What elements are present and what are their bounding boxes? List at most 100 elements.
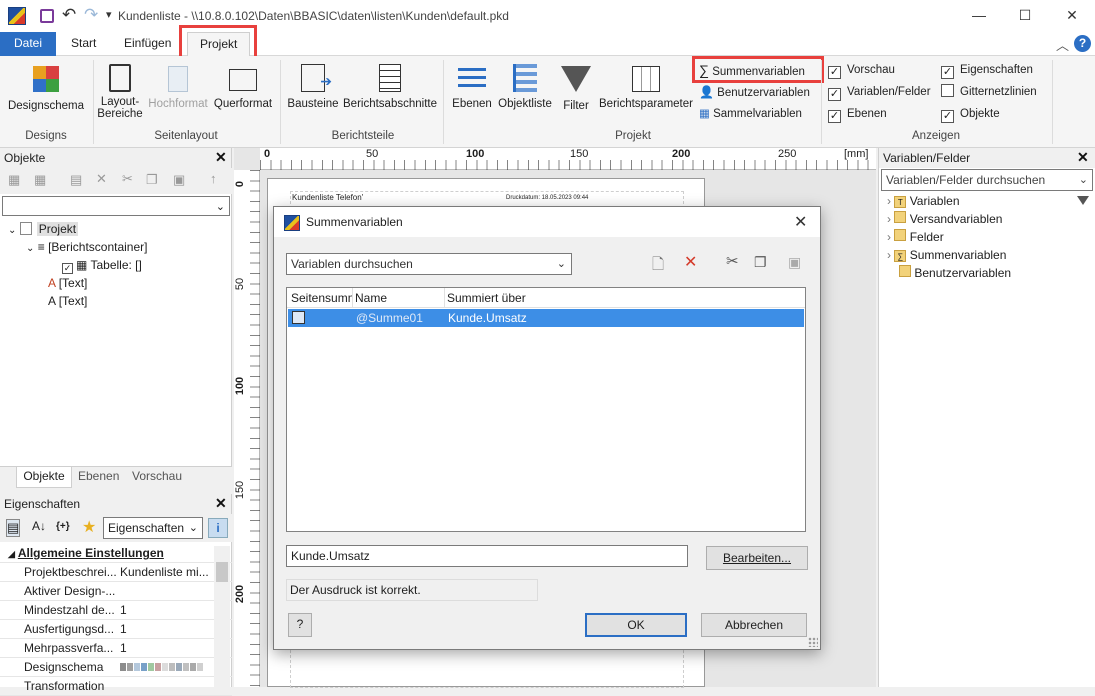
property-row[interactable]: Ausfertigungsd... 1 [0, 620, 232, 639]
close-window-button[interactable]: ✕ [1049, 0, 1095, 32]
tree-item-benutzervariablen[interactable]: Benutzervariablen [887, 264, 1077, 282]
cut-icon[interactable]: ✂ [122, 171, 133, 187]
expand-icon[interactable]: ⌄ [8, 225, 16, 236]
sammelvariablen-button[interactable]: ▦ Sammelvariablen [699, 105, 802, 123]
ebenen-button[interactable]: Ebenen [450, 60, 494, 110]
property-row[interactable]: Mehrpassverfa... 1 [0, 639, 232, 658]
delete-icon[interactable]: ✕ [96, 171, 107, 187]
new-variable-icon[interactable]: 🗋 [652, 254, 664, 279]
toggle-objekte[interactable]: ✓ Objekte [941, 105, 1000, 123]
dialog-close-button[interactable]: ✕ [794, 212, 807, 232]
hochformat-button[interactable]: Hochformat [146, 60, 210, 110]
tree-item-felder[interactable]: › Felder [887, 228, 1077, 246]
property-row[interactable]: Projektbeschrei... Kundenliste mi... [0, 563, 232, 582]
save-icon[interactable] [40, 9, 54, 23]
qat-dropdown-icon[interactable]: ▾ [106, 8, 112, 21]
close-eigenschaften-panel-button[interactable]: ✕ [215, 495, 227, 512]
checkbox-checked[interactable]: ✓ [828, 110, 841, 123]
dialog-help-button[interactable]: ? [288, 613, 312, 637]
expression-field[interactable]: Kunde.Umsatz [286, 545, 688, 567]
minimize-button[interactable]: — [956, 0, 1002, 32]
bausteine-button[interactable]: ➔ Bausteine [285, 60, 341, 110]
copy-icon[interactable]: ❐ [146, 172, 158, 188]
tab-einfuegen[interactable]: Einfügen [112, 32, 183, 56]
chevron-right-icon[interactable]: › [887, 230, 891, 244]
property-section-header[interactable]: ◢ Allgemeine Einstellungen [0, 544, 232, 563]
add-icon[interactable]: ▦ [8, 172, 20, 188]
toggle-variablen-felder[interactable]: ✓ Variablen/Felder [828, 83, 931, 101]
property-row[interactable]: Mindestzahl de... 1 [0, 601, 232, 620]
tab-objekte[interactable]: Objekte [16, 467, 72, 488]
expand-icon[interactable]: ⌄ [26, 243, 34, 254]
scrollbar-thumb[interactable] [216, 562, 228, 582]
redo-icon[interactable]: ↷ [84, 5, 98, 25]
delete-variable-icon[interactable]: ✕ [684, 252, 697, 272]
checkbox-unchecked[interactable] [941, 84, 954, 97]
variablen-search-input[interactable]: Variablen/Felder durchsuchen ⌄ [881, 169, 1093, 191]
maximize-button[interactable]: ☐ [1002, 0, 1048, 32]
designschema-button[interactable]: Designschema [6, 60, 86, 112]
tree-item-projekt[interactable]: ⌄ Projekt [4, 220, 230, 238]
ok-button[interactable]: OK [585, 613, 687, 637]
abbrechen-button[interactable]: Abbrechen [701, 613, 807, 637]
checkbox-checked[interactable]: ✓ [828, 88, 841, 101]
seitensumme-checkbox[interactable] [292, 311, 305, 324]
tree-item-versandvariablen[interactable]: › Versandvariablen [887, 210, 1077, 228]
tab-vorschau[interactable]: Vorschau [132, 469, 182, 483]
column-header-seitensumme[interactable]: Seitensumme [287, 288, 353, 308]
resize-grip-icon[interactable] [808, 637, 818, 647]
checkbox-checked[interactable]: ✓ [941, 66, 954, 79]
property-row[interactable]: Designschema [0, 658, 232, 677]
info-icon[interactable]: i [208, 518, 228, 538]
checkbox-checked[interactable]: ✓ [62, 263, 73, 274]
close-variablen-panel-button[interactable]: ✕ [1077, 149, 1089, 166]
benutzervariablen-button[interactable]: 👤 Benutzervariablen [699, 83, 810, 101]
berichtsparameter-button[interactable]: Berichtsparameter [598, 60, 694, 110]
chevron-right-icon[interactable]: › [887, 248, 891, 262]
tree-item-variablen[interactable]: › T Variablen [887, 192, 1077, 210]
property-scrollbar[interactable] [214, 546, 230, 687]
objektliste-button[interactable]: Objektliste [496, 60, 554, 110]
toggle-gitternetzlinien[interactable]: Gitternetzlinien [941, 83, 1037, 101]
chevron-right-icon[interactable]: › [887, 212, 891, 226]
bearbeiten-button[interactable]: Bearbeiten... [706, 546, 808, 570]
undo-icon[interactable]: ↶ [62, 5, 76, 25]
toggle-vorschau[interactable]: ✓ Vorschau [828, 61, 895, 79]
expression-icon[interactable]: {+} [56, 521, 70, 532]
collapse-ribbon-icon[interactable]: ︿ [1056, 35, 1069, 54]
tab-datei[interactable]: Datei [0, 32, 56, 56]
variablen-search-select[interactable]: Variablen durchsuchen ⌄ [286, 253, 572, 275]
tree-item-summenvariablen[interactable]: › ∑ Summenvariablen [887, 246, 1077, 264]
properties-icon[interactable]: ▤ [70, 172, 82, 188]
paste-icon[interactable]: ▣ [788, 254, 801, 271]
querformat-button[interactable]: Querformat [212, 60, 274, 110]
checkbox-checked[interactable]: ✓ [941, 110, 954, 123]
tab-start[interactable]: Start [59, 32, 108, 56]
cut-icon[interactable]: ✂ [726, 252, 739, 270]
property-row[interactable]: Aktiver Design-... [0, 582, 232, 601]
tree-item-berichtscontainer[interactable]: ⌄ ≡ [Berichtscontainer] [4, 238, 230, 256]
eigenschaften-select[interactable]: Eigenschaften ⌄ [103, 517, 203, 539]
move-up-icon[interactable]: ↑ [210, 171, 217, 186]
copy-icon[interactable]: ❐ [754, 254, 767, 271]
favorite-star-icon[interactable]: ★ [82, 517, 96, 537]
checkbox-checked[interactable]: ✓ [828, 66, 841, 79]
layout-bereiche-button[interactable]: Layout- Bereiche [96, 60, 144, 120]
filter-button[interactable]: Filter [558, 60, 594, 112]
toggle-ebenen[interactable]: ✓ Ebenen [828, 105, 887, 123]
help-icon[interactable]: ? [1074, 35, 1091, 52]
tab-ebenen[interactable]: Ebenen [78, 469, 119, 483]
berichtsabschnitte-button[interactable]: Berichtsabschnitte [342, 60, 438, 110]
column-header-summiert[interactable]: Summiert über [447, 288, 526, 308]
sort-az-icon[interactable]: A↓ [32, 519, 46, 533]
toggle-eigenschaften[interactable]: ✓ Eigenschaften [941, 61, 1033, 79]
table-row[interactable]: @Summe01 Kunde.Umsatz [288, 309, 804, 327]
tree-item-text-2[interactable]: A [Text] [4, 292, 230, 310]
categorized-icon[interactable]: ▤ [6, 519, 21, 537]
objekte-filter-select[interactable]: ⌄ [2, 196, 230, 216]
column-header-name[interactable]: Name [355, 288, 445, 308]
paste-icon[interactable]: ▣ [173, 172, 185, 188]
filter-icon[interactable] [1077, 196, 1089, 205]
close-objekte-panel-button[interactable]: ✕ [215, 149, 227, 166]
chevron-right-icon[interactable]: › [887, 194, 891, 208]
